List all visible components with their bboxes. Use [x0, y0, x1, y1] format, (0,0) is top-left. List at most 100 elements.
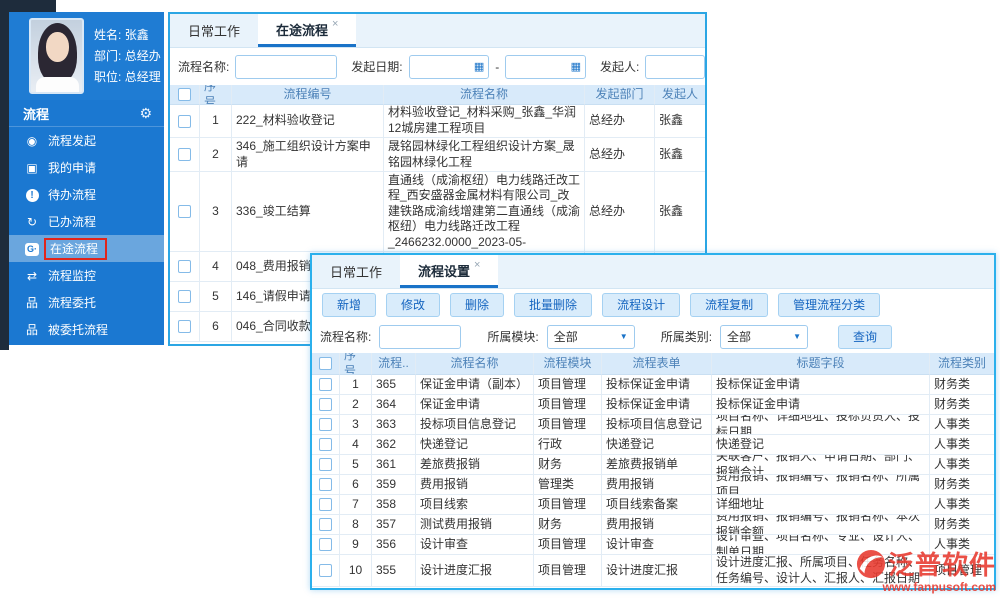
sidebar-item-label: 流程监控	[48, 269, 97, 283]
toolbar-button-0[interactable]: 新增	[322, 292, 377, 317]
id-card-icon: ▣	[26, 160, 38, 175]
module-select[interactable]: 全部 ▼	[546, 324, 635, 349]
toolbar-button-4[interactable]: 流程设计	[602, 292, 681, 317]
avatar	[29, 18, 84, 94]
cell-category: 项目管理	[930, 555, 994, 587]
sidebar-item-7[interactable]: 品被委托流程	[9, 316, 164, 343]
calendar-icon[interactable]: ▦	[474, 60, 484, 73]
select-all-checkbox[interactable]	[319, 357, 332, 370]
close-icon[interactable]: ×	[332, 18, 338, 30]
select-all-checkbox[interactable]	[178, 88, 191, 101]
column-header: 流程表单	[602, 353, 712, 375]
profile-info: 姓名: 张鑫 部门: 总经办 职位: 总经理	[94, 25, 161, 88]
table-row: 8 357 测试费用报销 财务 费用报销 费用报销、报销编号、报销名称、本次报销金额 财务类	[312, 515, 994, 535]
row-checkbox[interactable]	[319, 518, 332, 531]
cell-no: 5	[200, 282, 232, 312]
column-header: 流程..	[372, 353, 416, 375]
row-checkbox[interactable]	[319, 418, 332, 431]
redo-icon: ↻	[26, 214, 38, 229]
cell-code: 222_材料验收登记	[232, 105, 384, 138]
category-select[interactable]: 全部 ▼	[720, 324, 809, 349]
sidebar-item-2[interactable]: ! 待办流程	[9, 181, 164, 208]
row-checkbox[interactable]	[178, 290, 191, 303]
row-checkbox[interactable]	[319, 458, 332, 471]
cell-no: 10	[340, 555, 372, 587]
column-header: 序号	[340, 353, 372, 375]
profile-dept: 部门: 总经办	[94, 48, 161, 63]
sidebar-item-6[interactable]: 品流程委托	[9, 289, 164, 316]
cell-module: 项目管理	[534, 375, 602, 395]
cell-form: 投标项目信息登记	[602, 415, 712, 435]
cell-form: 项目线索备案	[602, 495, 712, 515]
tab-daily-work[interactable]: 日常工作	[170, 14, 258, 47]
table-row: 6 359 费用报销 管理类 费用报销 费用报销、报销编号、报销名称、所属项目 财务类	[312, 475, 994, 495]
row-checkbox[interactable]	[178, 320, 191, 333]
tab-in-transit[interactable]: 在途流程 ×	[258, 14, 357, 47]
cell-code: 363	[372, 415, 416, 435]
start-date-from-input[interactable]: ▦	[408, 54, 490, 79]
sidebar-item-label: 待办流程	[48, 188, 97, 202]
cell-module: 项目管理	[534, 415, 602, 435]
row-checkbox[interactable]	[178, 260, 191, 273]
process-name-label-2: 流程名称:	[320, 330, 372, 344]
tab-daily-work-2[interactable]: 日常工作	[312, 255, 400, 288]
toolbar-button-1[interactable]: 修改	[386, 292, 441, 317]
sidebar-item-0[interactable]: ◉ 流程发起	[9, 127, 164, 154]
start-date-to-input[interactable]: ▦	[505, 54, 587, 79]
sync-icon: ⇄	[26, 268, 38, 283]
cell-no: 7	[340, 495, 372, 515]
cell-no: 9	[340, 535, 372, 555]
row-checkbox[interactable]	[319, 564, 332, 577]
row-checkbox[interactable]	[319, 398, 332, 411]
tab-process-settings[interactable]: 流程设置 ×	[400, 255, 499, 288]
row-checkbox[interactable]	[178, 114, 191, 128]
cell-code: 356	[372, 535, 416, 555]
cell-code: 362	[372, 435, 416, 455]
cell-category: 财务类	[930, 395, 994, 415]
category-label: 所属类别:	[660, 330, 713, 344]
toolbar-button-5[interactable]: 流程复制	[690, 292, 769, 317]
toolbar-button-3[interactable]: 批量删除	[514, 292, 593, 317]
table-row: 1 365 保证金申请（副本） 项目管理 投标保证金申请 投标保证金申请 财务类	[312, 375, 994, 395]
process-name-input[interactable]	[235, 54, 338, 79]
cell-title_fields: 投标保证金申请	[712, 395, 930, 415]
process-name-input-2[interactable]	[379, 324, 462, 349]
window2-tabstrip: 日常工作 流程设置 ×	[312, 255, 994, 289]
cell-category: 财务类	[930, 475, 994, 495]
cell-form: 差旅费报销单	[602, 455, 712, 475]
row-checkbox[interactable]	[178, 148, 191, 161]
in-transit-icon: G·	[25, 243, 39, 256]
sidebar-item-4[interactable]: G· 在途流程	[9, 235, 164, 262]
cell-name: 材料验收登记_材料采购_张鑫_华润12城房建工程项目	[384, 105, 585, 138]
row-checkbox[interactable]	[319, 538, 332, 551]
row-checkbox[interactable]	[319, 378, 332, 391]
calendar-icon[interactable]: ▦	[571, 60, 581, 73]
gear-icon[interactable]: ⚙	[139, 105, 152, 122]
search-button[interactable]: 查询	[838, 324, 893, 349]
table-row: 10 355 设计进度汇报 项目管理 设计进度汇报 设计进度汇报、所属项目、任务名称、任务…	[312, 555, 994, 587]
cell-initiator: 张鑫	[655, 138, 705, 172]
initiator-input[interactable]	[645, 54, 705, 79]
toolbar-button-6[interactable]: 管理流程分类	[778, 292, 881, 317]
toolbar-button-2[interactable]: 删除	[450, 292, 505, 317]
row-checkbox[interactable]	[178, 205, 191, 218]
sidebar-item-3[interactable]: ↻ 已办流程	[9, 208, 164, 235]
cell-category: 财务类	[930, 515, 994, 535]
sidebar-item-1[interactable]: ▣ 我的申请	[9, 154, 164, 181]
sidebar-item-5[interactable]: ⇄ 流程监控	[9, 262, 164, 289]
cell-form: 投标保证金申请	[602, 395, 712, 415]
cell-name: 快递登记	[416, 435, 534, 455]
row-checkbox[interactable]	[319, 498, 332, 511]
cell-title_fields: 设计审查、项目名称、专业、设计人、制单日期	[712, 535, 930, 555]
cell-code: 359	[372, 475, 416, 495]
sidebar-item-label: 已办流程	[48, 215, 97, 229]
broadcast-icon: ◉	[26, 133, 38, 148]
window1-filter-row: 流程名称: 发起日期: ▦ - ▦ 发起人:	[170, 48, 705, 85]
close-icon[interactable]: ×	[474, 259, 480, 271]
sidebar-item-label: 流程委托	[48, 296, 97, 310]
cell-no: 6	[340, 475, 372, 495]
window2-toolbar: 新增 修改 删除 批量删除 流程设计 流程复制 管理流程分类	[312, 289, 994, 320]
row-checkbox[interactable]	[319, 438, 332, 451]
cell-title_fields: 费用报销、报销编号、报销名称、所属项目	[712, 475, 930, 495]
row-checkbox[interactable]	[319, 478, 332, 491]
